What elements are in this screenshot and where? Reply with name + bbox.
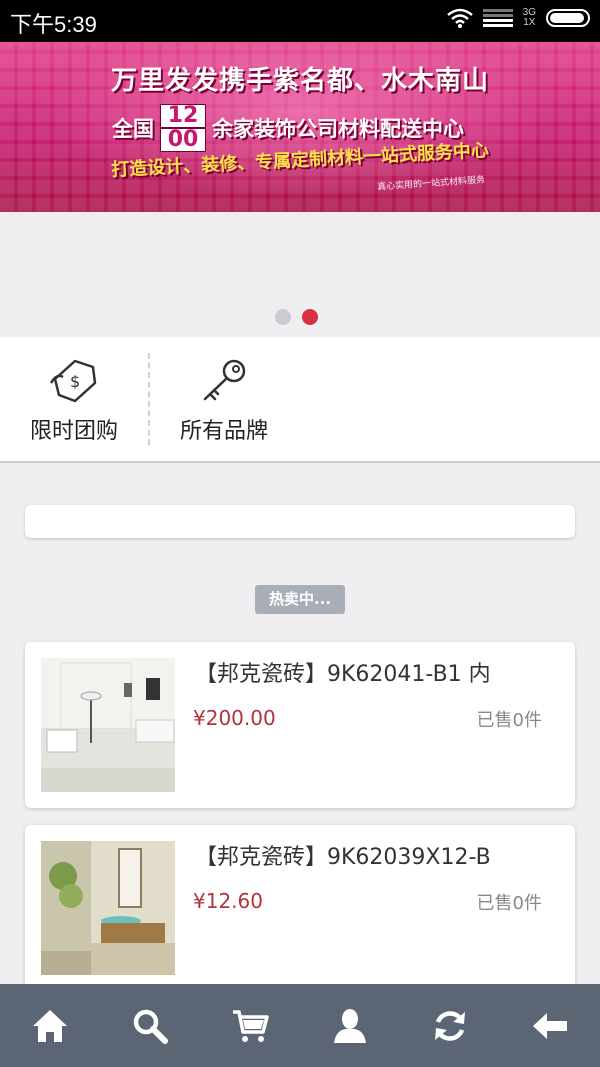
refresh-icon: [435, 1010, 465, 1041]
tab-user[interactable]: [300, 984, 400, 1067]
bottom-tab-bar: [0, 984, 600, 1067]
quick-nav-group-buy[interactable]: $ 限时团购: [0, 337, 148, 461]
home-icon: [33, 1009, 67, 1042]
banner-slogan: 真心实用的一站式材料服务: [376, 175, 486, 193]
back-arrow-icon: [533, 1012, 567, 1039]
status-bar: 下午5:39 3G 1X: [0, 0, 600, 42]
money-tag-icon: $: [49, 359, 97, 403]
promo-banner[interactable]: 万里发发携手紫名都、水木南山 全国 12 00 余家装饰公司材料配送中心 打造设…: [0, 42, 600, 212]
product-title[interactable]: 【邦克瓷砖】9K62039X12-B: [195, 839, 565, 871]
product-image-art: [41, 841, 175, 975]
network-type-bottom: 1X: [523, 17, 536, 28]
product-card[interactable]: 【邦克瓷砖】9K62039X12-B ¥12.60 已售0件: [25, 825, 575, 991]
status-icons: 3G 1X: [446, 8, 590, 28]
quick-nav: $ 限时团购 所有品牌: [0, 337, 600, 463]
hot-selling-badge: 热卖中...: [255, 585, 345, 614]
product-title[interactable]: 【邦克瓷砖】9K62041-B1 内: [195, 656, 565, 688]
tab-search[interactable]: [100, 984, 200, 1067]
carousel-area: [0, 212, 600, 337]
product-price: ¥12.60: [193, 889, 263, 913]
status-time: 下午5:39: [10, 12, 97, 37]
search-icon: [133, 1009, 168, 1044]
network-type: 3G 1X: [523, 8, 536, 28]
search-card[interactable]: [25, 505, 575, 538]
carousel-dot-1[interactable]: [275, 309, 291, 325]
product-sold-count: 已售0件: [476, 710, 542, 731]
key-icon: [203, 359, 246, 401]
svg-text:$: $: [70, 372, 80, 391]
carousel-dot-2-active[interactable]: [302, 309, 318, 325]
cart-icon: [233, 1009, 269, 1042]
wifi-icon: [446, 8, 473, 28]
battery-icon: [546, 9, 590, 27]
tab-refresh[interactable]: [400, 984, 500, 1067]
quick-nav-label: 限时团购: [29, 419, 118, 444]
banner-number-bottom: 00: [160, 128, 206, 152]
product-sold-count: 已售0件: [476, 893, 542, 914]
signal-icon: [482, 9, 513, 27]
product-price: ¥200.00: [193, 706, 276, 730]
tab-home[interactable]: [0, 984, 100, 1067]
tab-cart[interactable]: [200, 984, 300, 1067]
quick-nav-all-brands[interactable]: 所有品牌: [150, 337, 298, 461]
product-card[interactable]: 【邦克瓷砖】9K62041-B1 内 ¥200.00 已售0件: [25, 642, 575, 808]
banner-number: 12 00: [160, 104, 206, 152]
product-image[interactable]: [41, 658, 175, 792]
banner-prefix: 全国: [112, 117, 154, 141]
product-image[interactable]: [41, 841, 175, 975]
product-image-art: [41, 658, 175, 792]
user-icon: [334, 1008, 366, 1043]
quick-nav-label: 所有品牌: [179, 419, 268, 444]
tab-back[interactable]: [500, 984, 600, 1067]
banner-number-top: 12: [160, 104, 206, 128]
banner-headline: 万里发发携手紫名都、水木南山: [110, 66, 489, 96]
